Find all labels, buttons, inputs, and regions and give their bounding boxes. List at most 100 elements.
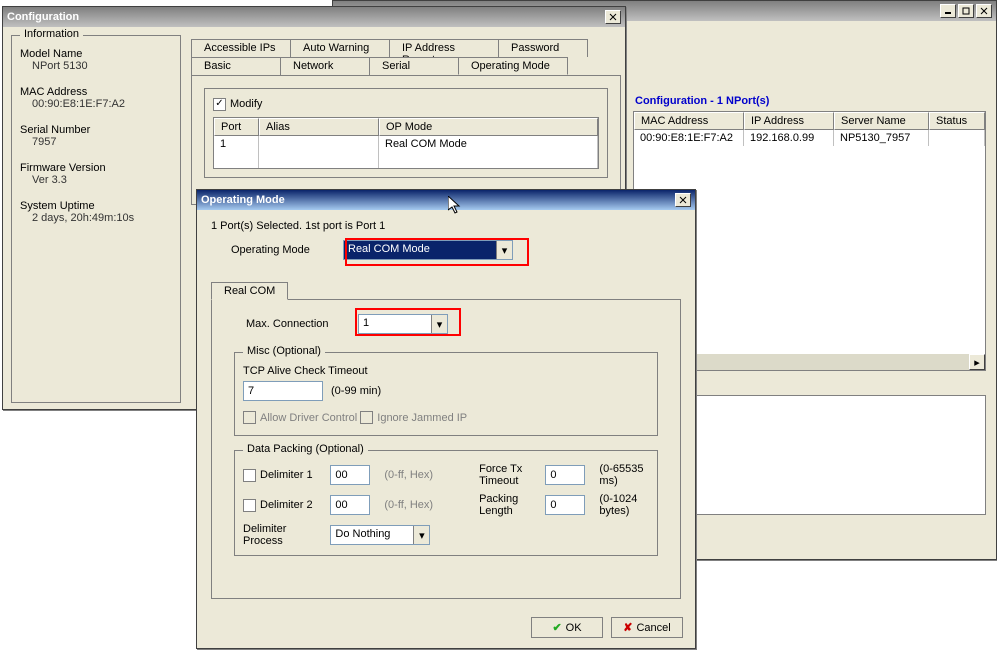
force-tx-hint: (0-65535 ms) <box>599 463 649 487</box>
datapacking-legend: Data Packing (Optional) <box>243 443 368 455</box>
hex-hint-1: (0-ff, Hex) <box>384 469 433 481</box>
col-alias[interactable]: Alias <box>259 118 379 136</box>
max-conn-label: Max. Connection <box>246 318 346 330</box>
col-mac[interactable]: MAC Address <box>634 112 744 130</box>
delimiter2-checkbox[interactable]: Delimiter 2 <box>243 499 322 512</box>
chevron-down-icon: ▾ <box>431 315 447 333</box>
delimiter1-checkbox[interactable]: Delimiter 1 <box>243 469 322 482</box>
max-conn-value: 1 <box>359 315 431 333</box>
hex-hint-2: (0-ff, Hex) <box>384 499 433 511</box>
model-label: Model Name <box>20 48 172 60</box>
cell-mac: 00:90:E8:1E:F7:A2 <box>634 130 744 146</box>
delimiter2-label: Delimiter 2 <box>260 499 313 511</box>
misc-group: Misc (Optional) TCP Alive Check Timeout … <box>234 352 658 436</box>
scroll-right-button[interactable]: ▸ <box>969 354 985 370</box>
model-value: NPort 5130 <box>20 60 172 72</box>
tcp-timeout-hint: (0-99 min) <box>331 385 381 397</box>
col-opmode[interactable]: OP Mode <box>379 118 598 136</box>
delimiter1-label: Delimiter 1 <box>260 469 313 481</box>
ignore-jammed-checkbox: Ignore Jammed IP <box>360 411 467 424</box>
checkbox-icon <box>243 469 256 482</box>
cancel-label: Cancel <box>636 622 670 634</box>
config-title: Configuration <box>7 11 603 23</box>
cell-ip: 192.168.0.99 <box>744 130 834 146</box>
ok-button[interactable]: ✔ OK <box>531 617 603 638</box>
maximize-button[interactable] <box>958 4 974 18</box>
port-row[interactable]: 1 Real COM Mode <box>214 136 598 152</box>
ignore-jammed-label: Ignore Jammed IP <box>377 412 467 424</box>
tab-serial[interactable]: Serial <box>369 57 459 75</box>
tcp-timeout-input[interactable] <box>243 381 323 401</box>
allow-driver-label: Allow Driver Control <box>260 412 357 424</box>
delimiter-process-label: Delimiter Process <box>243 523 322 547</box>
modify-label: Modify <box>230 98 262 110</box>
cell-port: 1 <box>214 136 259 152</box>
checkbox-icon <box>243 499 256 512</box>
datapacking-group: Data Packing (Optional) Delimiter 1 (0-f… <box>234 450 658 556</box>
tabs-bottom-row: Basic Network Serial Operating Mode <box>191 57 621 75</box>
fw-label: Firmware Version <box>20 162 172 174</box>
operating-mode-label: Operating Mode <box>231 244 331 256</box>
cell-alias <box>259 136 379 152</box>
tab-auto-warning[interactable]: Auto Warning <box>290 39 390 57</box>
information-group: Information Model Name NPort 5130 MAC Ad… <box>11 35 181 403</box>
delimiter2-input[interactable] <box>330 495 370 515</box>
tcp-timeout-label: TCP Alive Check Timeout <box>243 365 649 377</box>
cell-opmode: Real COM Mode <box>379 136 598 152</box>
fw-value: Ver 3.3 <box>20 174 172 186</box>
tab-accessible-ips[interactable]: Accessible IPs <box>191 39 291 57</box>
serial-label: Serial Number <box>20 124 172 136</box>
close-button[interactable] <box>976 4 992 18</box>
tab-network[interactable]: Network <box>280 57 370 75</box>
delimiter-process-value: Do Nothing <box>331 526 413 544</box>
max-conn-dropdown[interactable]: 1 ▾ <box>358 314 448 334</box>
checkbox-icon <box>360 411 373 424</box>
chevron-down-icon: ▾ <box>413 526 429 544</box>
operating-mode-dropdown[interactable]: Real COM Mode ▾ <box>343 240 513 260</box>
tab-ip-address-report[interactable]: IP Address Report <box>389 39 499 57</box>
uptime-value: 2 days, 20h:49m:10s <box>20 212 172 224</box>
cell-server: NP5130_7957 <box>834 130 929 146</box>
col-port[interactable]: Port <box>214 118 259 136</box>
delimiter1-input[interactable] <box>330 465 370 485</box>
tabs-top-row: Accessible IPs Auto Warning IP Address R… <box>191 39 621 57</box>
force-tx-input[interactable] <box>545 465 585 485</box>
cancel-button[interactable]: ✘ Cancel <box>611 617 683 638</box>
close-button[interactable] <box>605 10 621 24</box>
packing-length-hint: (0-1024 bytes) <box>599 493 649 517</box>
nport-row[interactable]: 00:90:E8:1E:F7:A2 192.168.0.99 NP5130_79… <box>634 130 985 146</box>
packing-length-label: Packing Length <box>479 493 537 517</box>
operating-mode-panel: ✓ Modify Port Alias OP Mode 1 Real COM M… <box>191 75 621 205</box>
minimize-button[interactable] <box>940 4 956 18</box>
tab-operating-mode[interactable]: Operating Mode <box>458 57 568 75</box>
checkbox-icon <box>243 411 256 424</box>
port-table: Port Alias OP Mode 1 Real COM Mode <box>213 117 599 169</box>
delimiter-process-dropdown[interactable]: Do Nothing ▾ <box>330 525 430 545</box>
col-status[interactable]: Status <box>929 112 985 130</box>
opmode-titlebar: Operating Mode <box>197 190 695 210</box>
config-panel-title: Configuration - 1 NPort(s) <box>633 91 986 111</box>
packing-length-input[interactable] <box>545 495 585 515</box>
close-button[interactable] <box>675 193 691 207</box>
allow-driver-checkbox: Allow Driver Control <box>243 411 357 424</box>
chevron-down-icon: ▾ <box>496 241 512 259</box>
mac-value: 00:90:E8:1E:F7:A2 <box>20 98 172 110</box>
tab-basic[interactable]: Basic <box>191 57 281 75</box>
nport-table-header: MAC Address IP Address Server Name Statu… <box>634 112 985 130</box>
tab-real-com[interactable]: Real COM <box>211 282 288 300</box>
col-ip[interactable]: IP Address <box>744 112 834 130</box>
operating-mode-value: Real COM Mode <box>344 241 496 259</box>
info-legend: Information <box>20 28 83 40</box>
ok-label: OK <box>566 622 582 634</box>
tab-password[interactable]: Password <box>498 39 588 57</box>
col-server[interactable]: Server Name <box>834 112 929 130</box>
checkbox-icon: ✓ <box>213 98 226 111</box>
serial-value: 7957 <box>20 136 172 148</box>
uptime-label: System Uptime <box>20 200 172 212</box>
x-icon: ✘ <box>623 621 632 634</box>
opmode-title: Operating Mode <box>201 194 673 206</box>
force-tx-label: Force Tx Timeout <box>479 463 537 487</box>
modify-checkbox[interactable]: ✓ Modify <box>213 98 262 111</box>
selected-ports-text: 1 Port(s) Selected. 1st port is Port 1 <box>211 220 681 232</box>
real-com-panel: Max. Connection 1 ▾ Misc (Optional) TCP … <box>211 299 681 599</box>
